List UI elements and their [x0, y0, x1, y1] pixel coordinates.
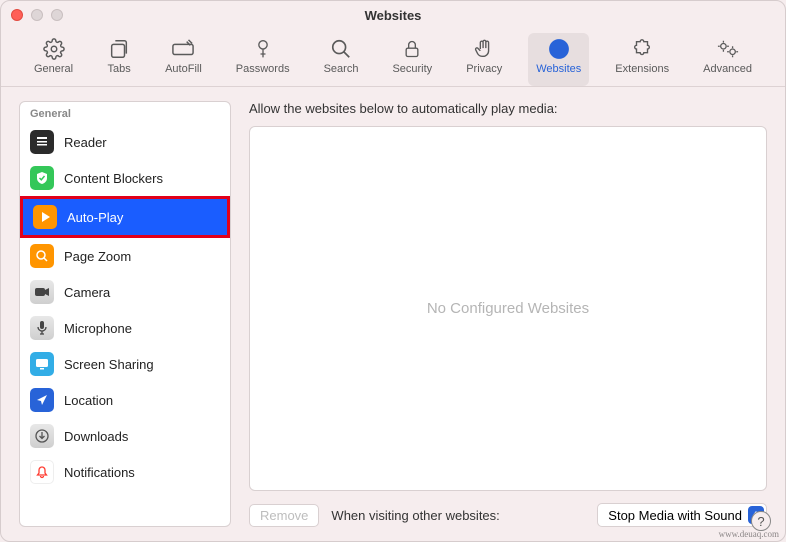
- hand-icon: [472, 37, 496, 61]
- tab-label: Extensions: [615, 63, 669, 75]
- settings-sidebar: General Reader Content Blockers Auto-Pla…: [19, 101, 231, 527]
- sidebar-item-content-blockers[interactable]: Content Blockers: [20, 160, 230, 196]
- sidebar-item-label: Auto-Play: [67, 210, 123, 225]
- play-icon: [33, 205, 57, 229]
- reader-icon: [30, 130, 54, 154]
- sidebar-item-downloads[interactable]: Downloads: [20, 418, 230, 454]
- remove-button[interactable]: Remove: [249, 504, 319, 527]
- sidebar-item-label: Downloads: [64, 429, 128, 444]
- tab-label: AutoFill: [165, 63, 202, 75]
- zoom-icon: [30, 244, 54, 268]
- tab-label: Search: [324, 63, 359, 75]
- tab-passwords[interactable]: Passwords: [228, 33, 298, 86]
- shield-check-icon: [30, 166, 54, 190]
- select-value: Stop Media with Sound: [608, 508, 742, 523]
- sidebar-item-notifications[interactable]: Notifications: [20, 454, 230, 490]
- search-icon: [329, 37, 353, 61]
- sidebar-item-camera[interactable]: Camera: [20, 274, 230, 310]
- bell-icon: [30, 460, 54, 484]
- bottom-controls: Remove When visiting other websites: Sto…: [249, 503, 767, 527]
- default-policy-select[interactable]: Stop Media with Sound: [597, 503, 767, 527]
- configured-websites-list[interactable]: No Configured Websites: [249, 126, 767, 491]
- puzzle-icon: [630, 37, 654, 61]
- sidebar-item-label: Content Blockers: [64, 171, 163, 186]
- tab-label: Passwords: [236, 63, 290, 75]
- lock-icon: [400, 37, 424, 61]
- tab-advanced[interactable]: Advanced: [695, 33, 760, 86]
- watermark: www.deuaq.com: [719, 529, 779, 539]
- camera-icon: [30, 280, 54, 304]
- sidebar-item-reader[interactable]: Reader: [20, 124, 230, 160]
- sidebar-item-page-zoom[interactable]: Page Zoom: [20, 238, 230, 274]
- main-panel: Allow the websites below to automaticall…: [249, 101, 767, 527]
- highlight-annotation: Auto-Play: [20, 196, 230, 238]
- sidebar-item-label: Screen Sharing: [64, 357, 154, 372]
- sidebar-section-header: General: [20, 102, 230, 124]
- tab-websites[interactable]: Websites: [528, 33, 589, 86]
- sidebar-item-label: Microphone: [64, 321, 132, 336]
- tab-security[interactable]: Security: [384, 33, 440, 86]
- sidebar-item-auto-play[interactable]: Auto-Play: [23, 199, 227, 235]
- help-button[interactable]: ?: [751, 511, 771, 531]
- tab-extensions[interactable]: Extensions: [607, 33, 677, 86]
- tab-autofill[interactable]: AutoFill: [157, 33, 210, 86]
- tab-privacy[interactable]: Privacy: [458, 33, 510, 86]
- gear-icon: [42, 37, 66, 61]
- tab-label: Tabs: [107, 63, 130, 75]
- sidebar-item-microphone[interactable]: Microphone: [20, 310, 230, 346]
- key-icon: [251, 37, 275, 61]
- tab-search[interactable]: Search: [316, 33, 367, 86]
- tab-general[interactable]: General: [26, 33, 81, 86]
- autofill-icon: [171, 37, 195, 61]
- tab-label: Privacy: [466, 63, 502, 75]
- tab-label: Advanced: [703, 63, 752, 75]
- globe-icon: [547, 37, 571, 61]
- titlebar: Websites: [1, 1, 785, 29]
- screen-sharing-icon: [30, 352, 54, 376]
- download-icon: [30, 424, 54, 448]
- tab-tabs[interactable]: Tabs: [99, 33, 139, 86]
- sidebar-item-label: Reader: [64, 135, 107, 150]
- sidebar-item-label: Page Zoom: [64, 249, 131, 264]
- visiting-label: When visiting other websites:: [331, 508, 499, 523]
- content-area: General Reader Content Blockers Auto-Pla…: [1, 87, 785, 541]
- sidebar-item-location[interactable]: Location: [20, 382, 230, 418]
- sidebar-item-label: Camera: [64, 285, 110, 300]
- sidebar-item-screen-sharing[interactable]: Screen Sharing: [20, 346, 230, 382]
- instruction-label: Allow the websites below to automaticall…: [249, 101, 767, 116]
- location-icon: [30, 388, 54, 412]
- empty-placeholder: No Configured Websites: [427, 300, 589, 317]
- tabs-icon: [107, 37, 131, 61]
- sidebar-item-label: Location: [64, 393, 113, 408]
- sidebar-item-label: Notifications: [64, 465, 135, 480]
- window-title: Websites: [1, 8, 785, 23]
- preferences-toolbar: General Tabs AutoFill Passwords Search S…: [1, 29, 785, 87]
- microphone-icon: [30, 316, 54, 340]
- tab-label: General: [34, 63, 73, 75]
- tab-label: Security: [392, 63, 432, 75]
- tab-label: Websites: [536, 63, 581, 75]
- gears-icon: [716, 37, 740, 61]
